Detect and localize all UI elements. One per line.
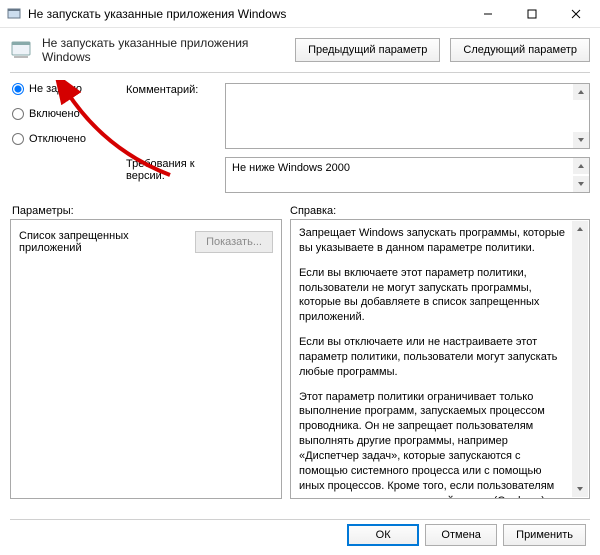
scroll-down-icon[interactable] (572, 481, 588, 497)
requirements-label: Требования к версии: (126, 157, 221, 182)
header-row: Не запускать указанные приложения Window… (0, 28, 600, 72)
help-box[interactable]: Запрещает Windows запускать программы, к… (290, 219, 590, 499)
comment-scrollbar[interactable] (573, 84, 589, 148)
prev-setting-button[interactable]: Предыдущий параметр (295, 38, 440, 62)
close-button[interactable] (554, 0, 598, 28)
requirements-scrollbar[interactable] (573, 158, 589, 192)
help-p2: Если вы включаете этот параметр политики… (299, 266, 569, 325)
cancel-button[interactable]: Отмена (425, 524, 497, 546)
dialog-buttons: ОК Отмена Применить (0, 515, 600, 555)
radio-not-configured-label: Не задано (29, 83, 82, 95)
scroll-up-icon[interactable] (573, 84, 589, 100)
radio-disabled-input[interactable] (12, 133, 24, 145)
apply-button[interactable]: Применить (503, 524, 586, 546)
header-title: Не запускать указанные приложения Window… (42, 36, 285, 64)
scroll-down-icon[interactable] (573, 132, 589, 148)
radio-disabled[interactable]: Отключено (12, 133, 122, 145)
requirements-text: Не ниже Windows 2000 (232, 162, 350, 174)
divider (10, 519, 590, 520)
lower-labels: Параметры: Справка: (0, 199, 600, 219)
radio-enabled-label: Включено (29, 108, 80, 120)
radio-not-configured-input[interactable] (12, 83, 24, 95)
next-setting-button[interactable]: Следующий параметр (450, 38, 590, 62)
app-icon (6, 6, 22, 22)
radio-not-configured[interactable]: Не задано (12, 83, 122, 95)
params-list-label: Список запрещенных приложений (19, 230, 187, 254)
policy-icon (10, 39, 32, 61)
help-p4: Этот параметр политики ограничивает толь… (299, 390, 569, 499)
params-label: Параметры: (12, 205, 290, 217)
comment-textbox[interactable] (225, 83, 590, 149)
show-button: Показать... (195, 231, 273, 253)
radio-disabled-label: Отключено (29, 133, 86, 145)
config-grid: Не задано Включено Отключено Комментарий… (0, 73, 600, 199)
titlebar: Не запускать указанные приложения Window… (0, 0, 600, 28)
help-scrollbar[interactable] (572, 221, 588, 497)
radio-enabled[interactable]: Включено (12, 108, 122, 120)
radio-enabled-input[interactable] (12, 108, 24, 120)
requirements-textbox[interactable]: Не ниже Windows 2000 (225, 157, 590, 193)
window-title: Не запускать указанные приложения Window… (28, 7, 466, 21)
params-box: Список запрещенных приложений Показать..… (10, 219, 282, 499)
scroll-up-icon[interactable] (572, 221, 588, 237)
comment-label: Комментарий: (126, 83, 221, 96)
help-label: Справка: (290, 205, 590, 217)
ok-button[interactable]: ОК (347, 524, 419, 546)
lower-content: Список запрещенных приложений Показать..… (0, 219, 600, 499)
help-p3: Если вы отключаете или не настраиваете э… (299, 335, 569, 380)
scroll-up-icon[interactable] (573, 158, 589, 174)
scroll-down-icon[interactable] (573, 176, 589, 192)
maximize-button[interactable] (510, 0, 554, 28)
minimize-button[interactable] (466, 0, 510, 28)
help-p1: Запрещает Windows запускать программы, к… (299, 226, 569, 256)
